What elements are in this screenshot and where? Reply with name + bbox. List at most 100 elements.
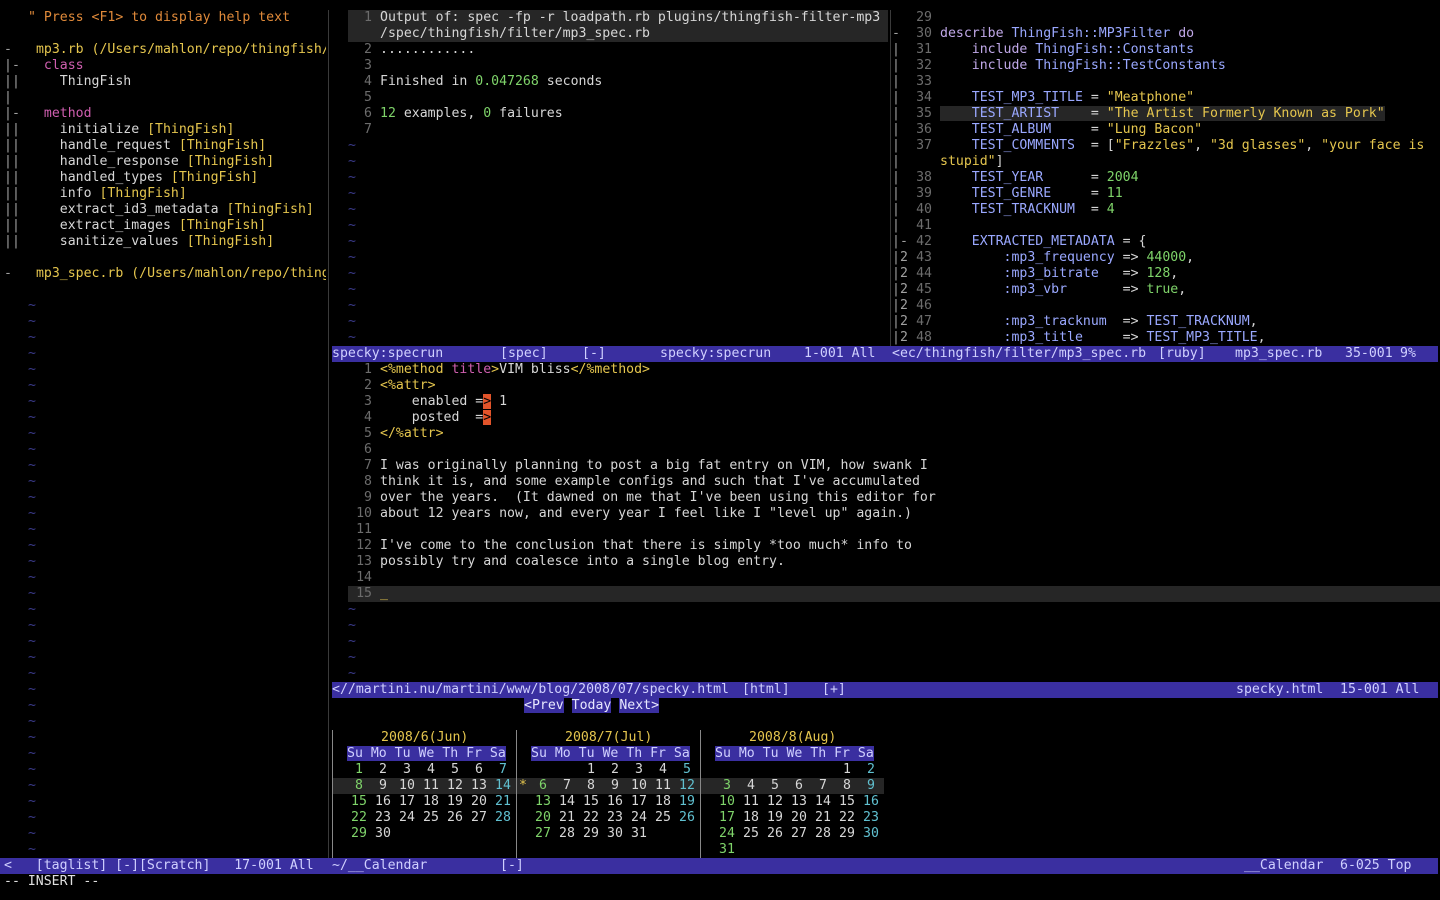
calendar-day[interactable]: 3 — [395, 762, 419, 778]
calendar-day[interactable]: 28 — [491, 810, 515, 826]
taglist-line[interactable]: || extract_id3_metadata [ThingFish] — [0, 202, 326, 218]
taglist-line[interactable]: - mp3.rb (/Users/mahlon/repo/thingfish/ — [0, 42, 326, 58]
taglist-line[interactable]: || handled_types [ThingFish] — [0, 170, 326, 186]
taglist-line[interactable]: || ThingFish — [0, 74, 326, 90]
calendar-day[interactable]: 28 — [811, 826, 835, 842]
calendar-day[interactable]: 4 — [739, 778, 763, 794]
calendar-day[interactable]: 19 — [675, 794, 699, 810]
calendar-day[interactable]: 21 — [555, 810, 579, 826]
taglist-pane[interactable]: " Press <F1> to display help text - mp3.r… — [0, 10, 326, 858]
calendar-day[interactable]: 23 — [603, 810, 627, 826]
calendar-day[interactable]: 24 — [627, 810, 651, 826]
calendar-day[interactable]: 6 — [787, 778, 811, 794]
calendar-day[interactable]: 29 — [835, 826, 859, 842]
calendar-day[interactable]: 9 — [603, 778, 627, 794]
calendar-day[interactable]: 25 — [739, 826, 763, 842]
taglist-line[interactable] — [0, 26, 326, 42]
calendar-day[interactable]: 16 — [371, 794, 395, 810]
calendar-day[interactable]: 8 — [835, 778, 859, 794]
calendar-day[interactable]: 7 — [811, 778, 835, 794]
calendar-day[interactable]: 1 — [835, 762, 859, 778]
code-line[interactable]: 9 over the years. (It dawned on me that I… — [332, 490, 1440, 506]
calendar-day[interactable]: 8 — [347, 778, 371, 794]
code-line[interactable]: 13 possibly try and coalesce into a singl… — [332, 554, 1440, 570]
calendar-day[interactable]: 23 — [859, 810, 883, 826]
calendar-day[interactable]: 22 — [835, 810, 859, 826]
calendar-day[interactable]: 16 — [603, 794, 627, 810]
taglist-line[interactable]: |- class — [0, 58, 326, 74]
calendar-day[interactable]: 30 — [859, 826, 883, 842]
calendar-day[interactable]: 30 — [603, 826, 627, 842]
calendar-day[interactable]: 10 — [395, 778, 419, 794]
calendar-day[interactable]: 11 — [419, 778, 443, 794]
calendar-day[interactable]: 22 — [347, 810, 371, 826]
calendar-day[interactable]: 22 — [579, 810, 603, 826]
blog-editor-pane[interactable]: 1 <%method title>VIM bliss</%method> 2 <%at… — [332, 362, 1440, 682]
calendar-day[interactable]: 13 — [787, 794, 811, 810]
calendar-day[interactable]: 14 — [491, 778, 515, 794]
code-line[interactable]: 10 about 12 years now, and every year I f… — [332, 506, 1440, 522]
calendar-day[interactable]: 5 — [763, 778, 787, 794]
taglist-line[interactable]: || sanitize_values [ThingFish] — [0, 234, 326, 250]
calendar-prev-button[interactable]: <Prev — [524, 698, 564, 713]
calendar-day[interactable]: 17 — [395, 794, 419, 810]
calendar-day[interactable]: 12 — [675, 778, 699, 794]
code-line[interactable]: 4 posted => — [332, 410, 1440, 426]
code-line[interactable]: 11 — [332, 522, 1440, 538]
calendar-day[interactable]: 5 — [675, 762, 699, 778]
calendar-day[interactable]: 21 — [811, 810, 835, 826]
vertical-split-left[interactable] — [328, 10, 329, 858]
calendar-day[interactable]: 11 — [739, 794, 763, 810]
calendar-day[interactable]: 11 — [651, 778, 675, 794]
calendar-day[interactable]: 27 — [467, 810, 491, 826]
calendar-day[interactable]: 23 — [371, 810, 395, 826]
code-line[interactable]: 2 <%attr> — [332, 378, 1440, 394]
calendar-day[interactable]: 31 — [715, 842, 739, 858]
calendar-day[interactable]: 19 — [443, 794, 467, 810]
code-line[interactable]: 12 I've come to the conclusion that there… — [332, 538, 1440, 554]
calendar-day[interactable]: 20 — [531, 810, 555, 826]
calendar-day[interactable]: 15 — [579, 794, 603, 810]
calendar-day[interactable]: 24 — [395, 810, 419, 826]
calendar-today-button[interactable]: Today — [571, 698, 612, 713]
calendar-day[interactable]: 10 — [715, 794, 739, 810]
calendar-day[interactable]: 25 — [651, 810, 675, 826]
calendar-day[interactable]: 29 — [579, 826, 603, 842]
calendar-next-button[interactable]: Next> — [619, 698, 660, 713]
vertical-split-top[interactable] — [890, 10, 891, 346]
calendar-day[interactable]: 24 — [715, 826, 739, 842]
taglist-line[interactable]: || handle_request [ThingFish] — [0, 138, 326, 154]
calendar-day[interactable]: 6 — [467, 762, 491, 778]
calendar-day[interactable]: 17 — [715, 810, 739, 826]
code-line[interactable]: 3 enabled => 1 — [332, 394, 1440, 410]
calendar-day[interactable]: 8 — [579, 778, 603, 794]
calendar-day[interactable]: 18 — [739, 810, 763, 826]
calendar-day[interactable]: 3 — [715, 778, 739, 794]
calendar-day[interactable]: 28 — [555, 826, 579, 842]
code-line[interactable]: 8 think it is, and some example configs a… — [332, 474, 1440, 490]
calendar-day[interactable]: 2 — [371, 762, 395, 778]
calendar-day[interactable]: 25 — [419, 810, 443, 826]
taglist-line[interactable]: || extract_images [ThingFish] — [0, 218, 326, 234]
taglist-line[interactable] — [0, 250, 326, 266]
calendar-day[interactable]: 21 — [491, 794, 515, 810]
calendar-day[interactable]: 3 — [627, 762, 651, 778]
calendar-day[interactable]: 1 — [347, 762, 371, 778]
calendar-day[interactable]: 13 — [467, 778, 491, 794]
calendar-day[interactable]: 27 — [531, 826, 555, 842]
calendar-day[interactable]: 6 — [531, 778, 555, 794]
calendar-day[interactable]: 20 — [787, 810, 811, 826]
calendar-day[interactable]: 26 — [443, 810, 467, 826]
code-line[interactable]: 5 </%attr> — [332, 426, 1440, 442]
calendar-day[interactable]: 9 — [859, 778, 883, 794]
calendar-day[interactable]: 26 — [763, 826, 787, 842]
calendar-day[interactable]: 7 — [491, 762, 515, 778]
spec-file-pane[interactable]: 29- 30 describe ThingFish::MP3Filter do | 31… — [892, 10, 1440, 346]
calendar-day[interactable]: 20 — [467, 794, 491, 810]
calendar-day[interactable]: 12 — [443, 778, 467, 794]
code-line[interactable]: 15 _ — [348, 586, 1440, 602]
calendar-day[interactable]: 14 — [555, 794, 579, 810]
calendar-day[interactable]: 27 — [787, 826, 811, 842]
calendar-day[interactable]: 30 — [371, 826, 395, 842]
calendar-day[interactable]: 16 — [859, 794, 883, 810]
